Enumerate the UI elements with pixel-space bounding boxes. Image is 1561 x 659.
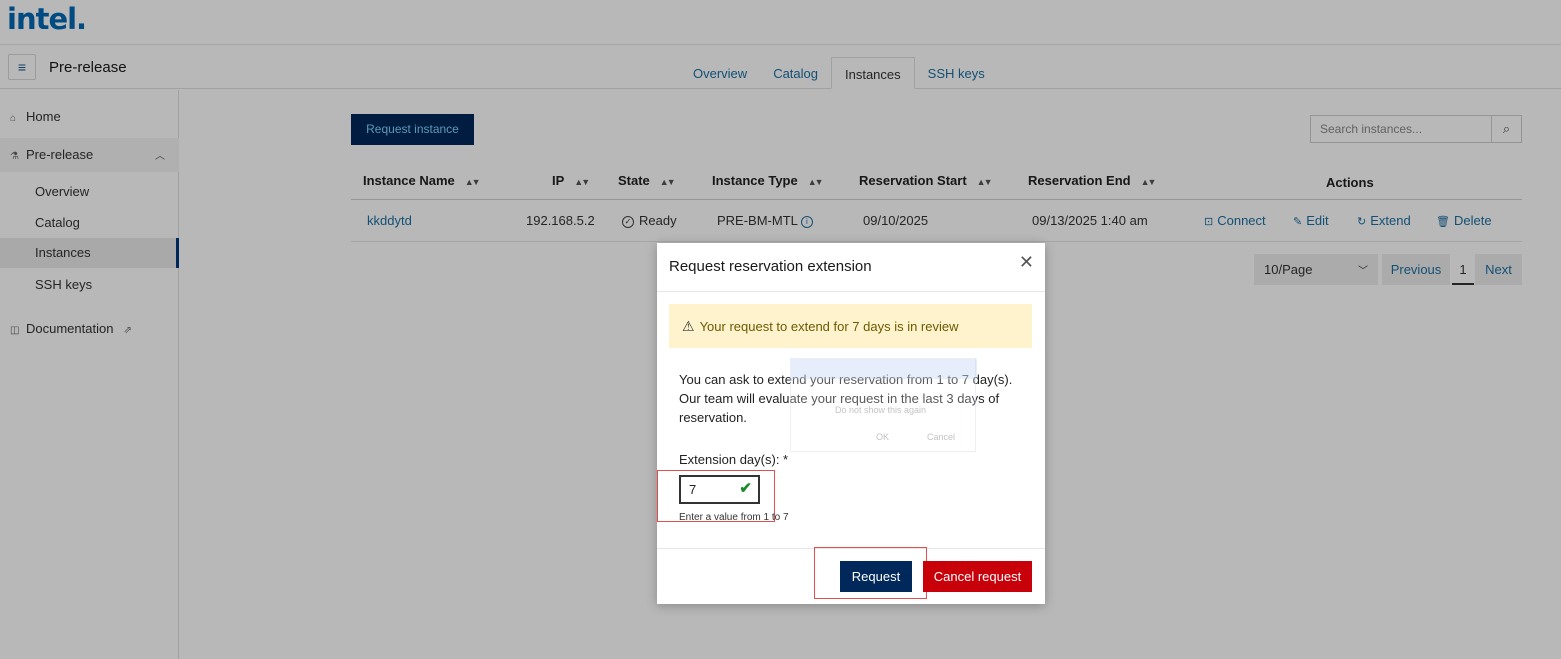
ghost-dialog: Do not show this again OK Cancel (790, 358, 977, 452)
close-icon[interactable]: ✕ (1019, 252, 1034, 273)
warning-alert: ⚠ Your request to extend for 7 days is in… (669, 304, 1032, 348)
ghost-checkbox-label: Do not show this again (835, 405, 927, 415)
dialog-title: Request reservation extension (669, 258, 872, 275)
ghost-cancel-button: Cancel (927, 432, 956, 442)
ghost-ok-button: OK (876, 432, 890, 442)
checkmark-icon: ✔ (739, 480, 752, 497)
divider (657, 291, 1045, 292)
warning-text: Your request to extend for 7 days is in … (699, 319, 959, 334)
extension-days-input[interactable] (681, 477, 733, 502)
extension-days-label: Extension day(s): * (679, 452, 789, 467)
warning-icon: ⚠ (682, 318, 695, 334)
field-hint: Enter a value from 1 to 7 (679, 512, 789, 523)
cancel-request-button[interactable]: Cancel request (923, 561, 1032, 592)
request-button[interactable]: Request (840, 561, 912, 592)
ghost-dialog-header (791, 359, 977, 379)
extension-days-field: ✔ (679, 475, 760, 504)
